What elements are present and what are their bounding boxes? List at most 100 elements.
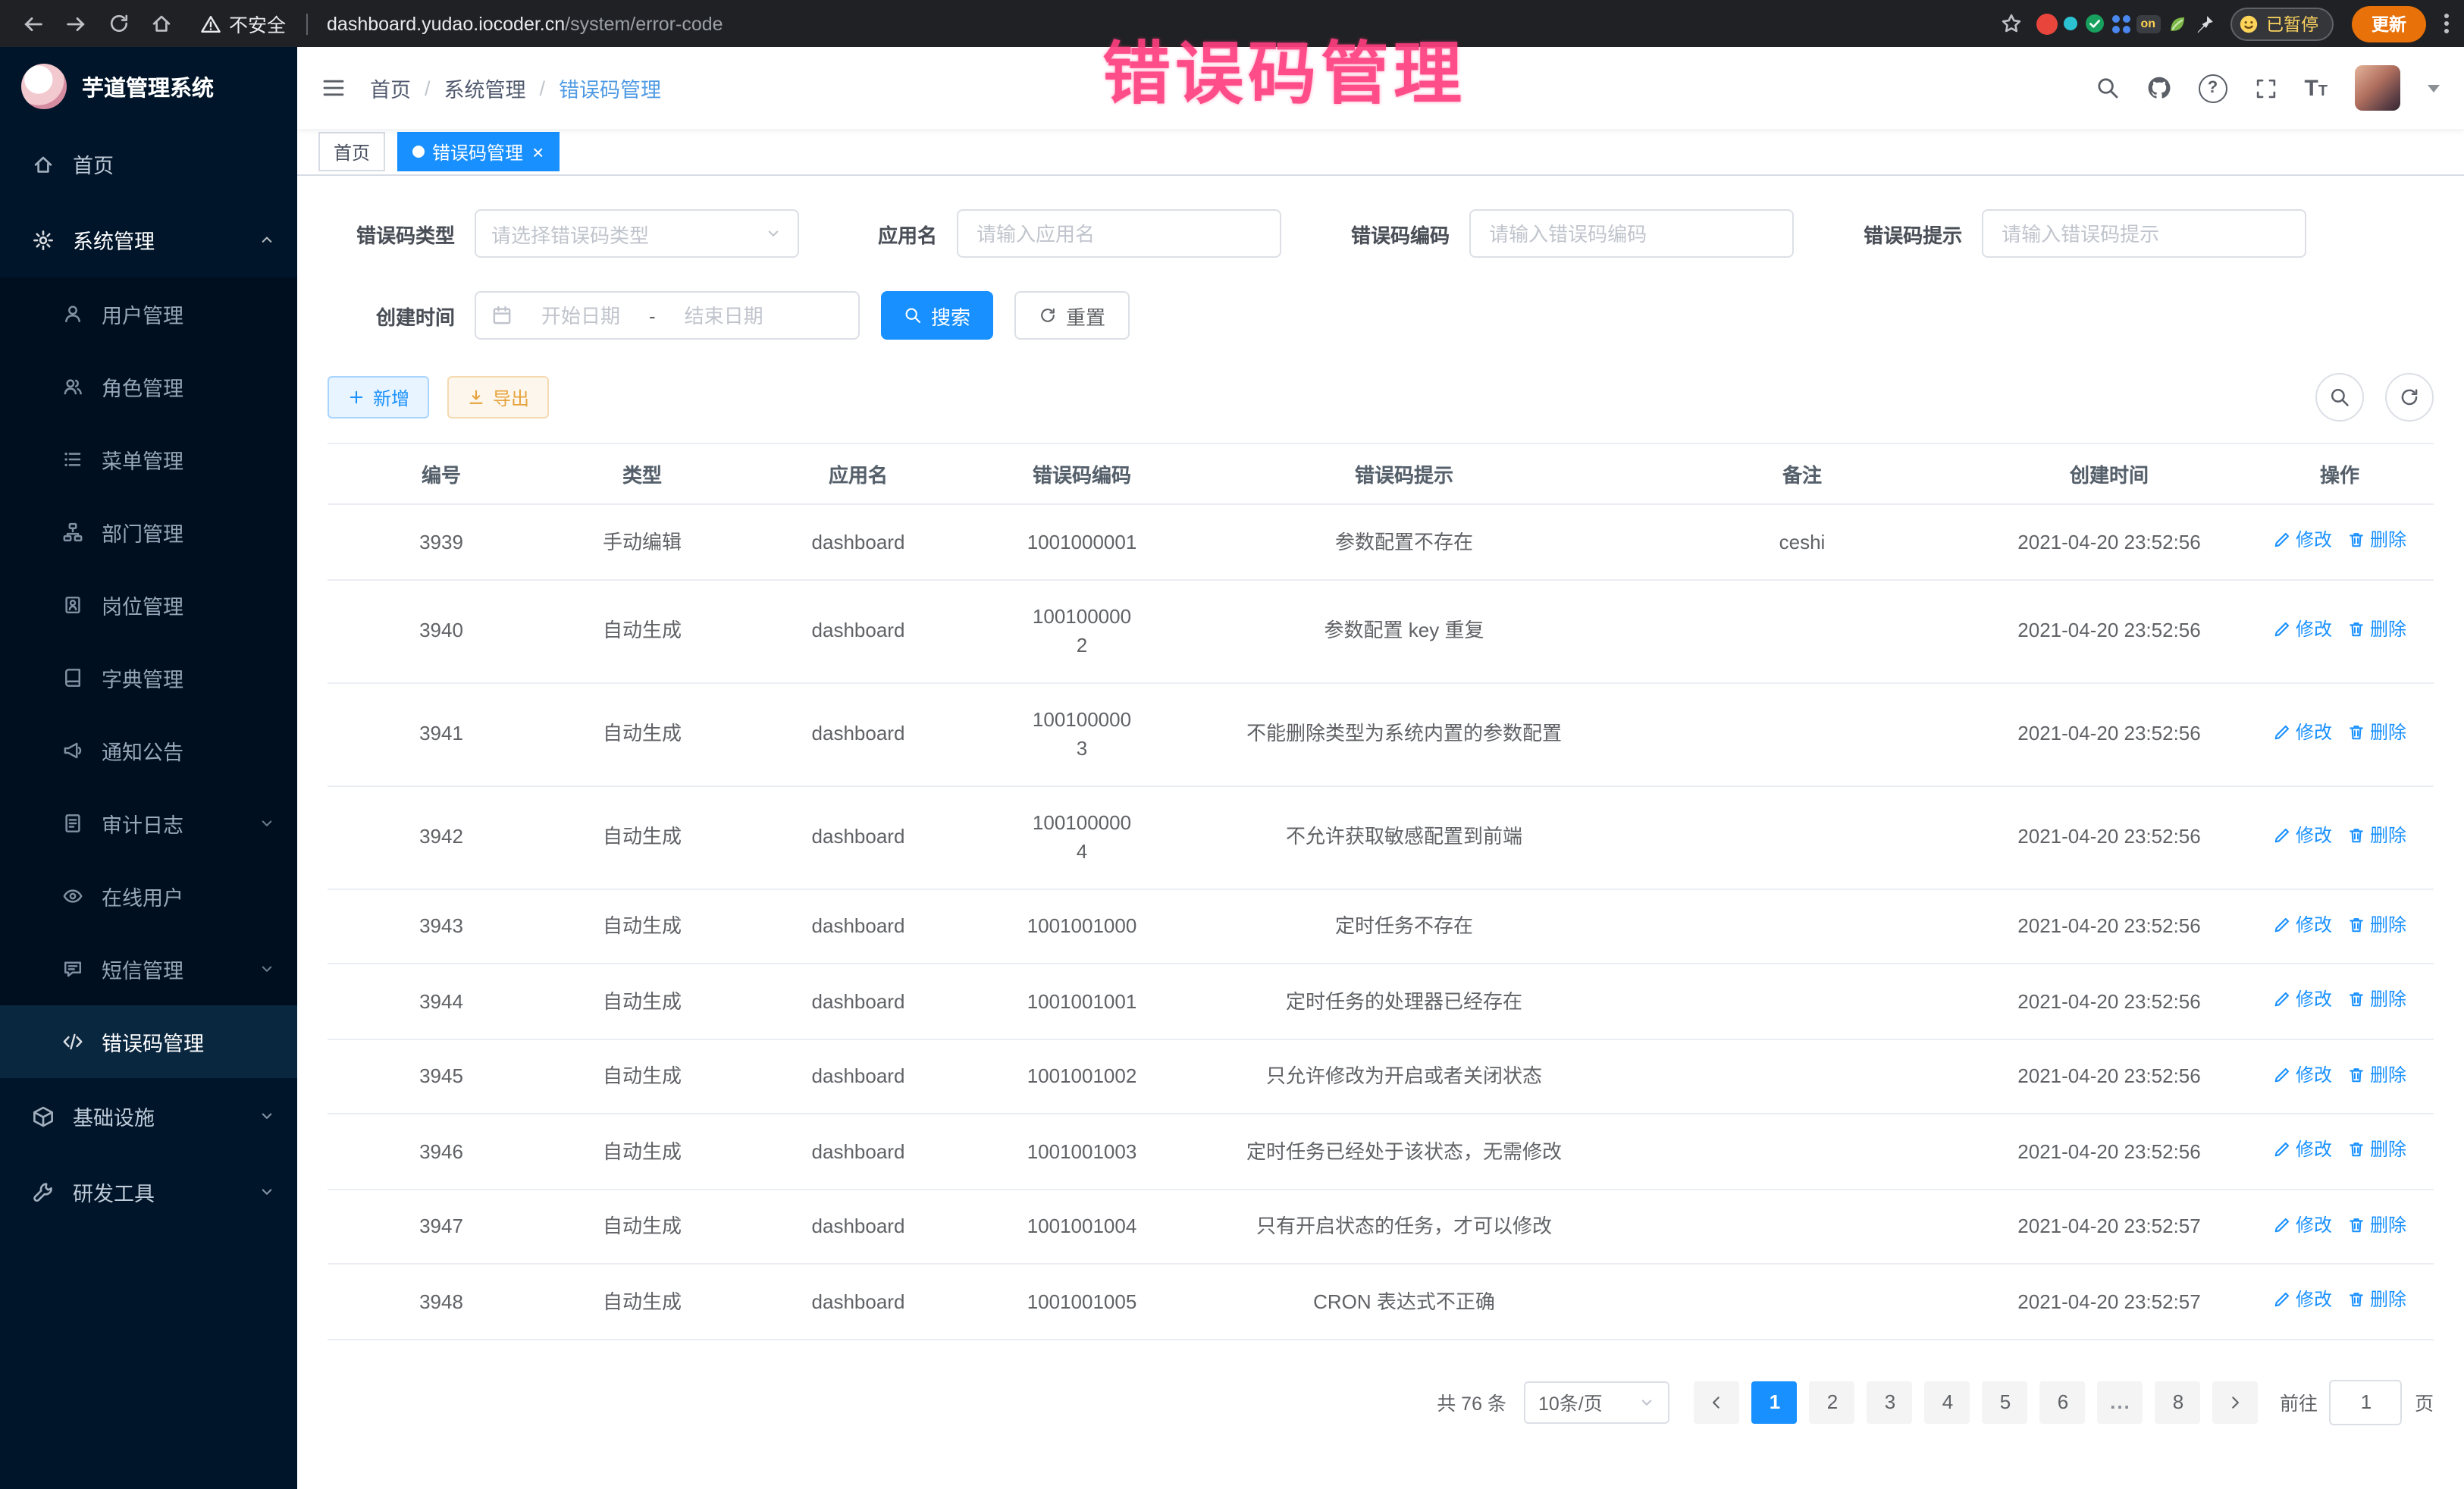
page-button-1[interactable]: 1 bbox=[1752, 1381, 1798, 1423]
toggle-search-button[interactable] bbox=[2315, 373, 2364, 422]
filter-time-group: 创建时间 - bbox=[328, 291, 860, 340]
extension-on-badge[interactable]: on bbox=[2136, 14, 2160, 33]
delete-link[interactable]: 删除 bbox=[2347, 526, 2406, 553]
edit-link[interactable]: 修改 bbox=[2273, 911, 2332, 938]
delete-link[interactable]: 删除 bbox=[2347, 822, 2406, 849]
breadcrumb-item[interactable]: 系统管理 bbox=[444, 73, 526, 103]
edit-link[interactable]: 修改 bbox=[2273, 526, 2332, 553]
sidebar-item-posts[interactable]: 岗位管理 bbox=[0, 569, 297, 641]
edit-link[interactable]: 修改 bbox=[2273, 1061, 2332, 1088]
sidebar-item-home[interactable]: 首页 bbox=[0, 126, 297, 202]
error-type-select[interactable]: 请选择错误码类型 bbox=[475, 209, 799, 258]
breadcrumb-item[interactable]: 首页 bbox=[370, 73, 411, 103]
address-bar[interactable]: dashboard.yudao.iocoder.cn/system/error-… bbox=[327, 13, 723, 34]
app-name-input[interactable] bbox=[973, 221, 1265, 246]
error-hint-input[interactable] bbox=[1998, 221, 2290, 246]
filter-hint-group: 错误码提示 bbox=[1864, 209, 2306, 258]
error-code-input[interactable] bbox=[1486, 221, 1777, 246]
cell-app: dashboard bbox=[729, 1264, 987, 1339]
sidebar-item-notices[interactable]: 通知公告 bbox=[0, 714, 297, 787]
page-ellipsis[interactable]: ... bbox=[2098, 1381, 2143, 1423]
cell-app: dashboard bbox=[729, 889, 987, 964]
sidebar-item-dev-tools[interactable]: 研发工具 bbox=[0, 1154, 297, 1230]
edit-link[interactable]: 修改 bbox=[2273, 1136, 2332, 1163]
delete-link[interactable]: 删除 bbox=[2347, 616, 2406, 643]
table-row: 3948 自动生成 dashboard 1001001005 CRON 表达式不… bbox=[328, 1264, 2434, 1339]
tab-close-icon[interactable]: × bbox=[532, 142, 544, 161]
app-logo-row[interactable]: 芋道管理系统 bbox=[0, 47, 297, 126]
delete-link[interactable]: 删除 bbox=[2347, 911, 2406, 938]
reset-button[interactable]: 重置 bbox=[1014, 291, 1130, 340]
sidebar-item-departments[interactable]: 部门管理 bbox=[0, 496, 297, 569]
github-link[interactable] bbox=[2146, 76, 2171, 100]
browser-forward-button[interactable] bbox=[58, 5, 94, 42]
edit-link[interactable]: 修改 bbox=[2273, 719, 2332, 746]
extension-check-icon[interactable] bbox=[2083, 12, 2105, 35]
delete-link[interactable]: 删除 bbox=[2347, 719, 2406, 746]
browser-menu-icon[interactable] bbox=[2444, 14, 2449, 33]
extension-red-icon[interactable] bbox=[2036, 13, 2057, 34]
prev-page-button[interactable] bbox=[1694, 1381, 1740, 1423]
next-page-button[interactable] bbox=[2213, 1381, 2259, 1423]
avatar-caret-icon[interactable] bbox=[2428, 84, 2440, 92]
browser-home-button[interactable] bbox=[143, 5, 179, 42]
page-button-6[interactable]: 6 bbox=[2040, 1381, 2086, 1423]
browser-reload-button[interactable] bbox=[100, 5, 136, 42]
sidebar-item-dictionary[interactable]: 字典管理 bbox=[0, 641, 297, 714]
sidebar-item-roles[interactable]: 角色管理 bbox=[0, 350, 297, 423]
goto-page-input[interactable] bbox=[2330, 1379, 2403, 1425]
extension-leaf-icon[interactable] bbox=[2166, 13, 2187, 34]
browser-back-button[interactable] bbox=[15, 5, 52, 42]
page-button-5[interactable]: 5 bbox=[1983, 1381, 2028, 1423]
help-icon[interactable]: ? bbox=[2198, 74, 2227, 102]
extension-pin-icon[interactable] bbox=[2193, 13, 2215, 34]
edit-link[interactable]: 修改 bbox=[2273, 822, 2332, 849]
end-date-input[interactable] bbox=[666, 303, 782, 328]
page-size-select[interactable]: 10条/页 bbox=[1525, 1381, 1670, 1423]
security-indicator[interactable]: 不安全 bbox=[200, 9, 286, 38]
search-button[interactable]: 搜索 bbox=[881, 291, 993, 340]
sidebar-item-audit-log[interactable]: 审计日志 bbox=[0, 787, 297, 860]
page-button-2[interactable]: 2 bbox=[1810, 1381, 1855, 1423]
tab-error-code[interactable]: 错误码管理 × bbox=[397, 132, 559, 171]
main-area: 首页 / 系统管理 / 错误码管理 ? TT 首页 错误码管理 bbox=[297, 47, 2464, 1489]
edit-link[interactable]: 修改 bbox=[2273, 1286, 2332, 1313]
sidebar-item-menus[interactable]: 菜单管理 bbox=[0, 423, 297, 496]
delete-link[interactable]: 删除 bbox=[2347, 1061, 2406, 1088]
extension-grid-icon[interactable] bbox=[2111, 14, 2130, 33]
pencil-icon bbox=[2273, 1290, 2291, 1309]
page-button-4[interactable]: 4 bbox=[1925, 1381, 1970, 1423]
fullscreen-button[interactable] bbox=[2254, 77, 2277, 99]
font-size-button[interactable]: TT bbox=[2304, 77, 2328, 99]
export-button[interactable]: 导出 bbox=[447, 376, 549, 418]
refresh-table-button[interactable] bbox=[2385, 373, 2434, 422]
cell-hint: 不能删除类型为系统内置的参数配置 bbox=[1177, 682, 1632, 785]
add-button[interactable]: 新增 bbox=[328, 376, 429, 418]
profile-paused-badge[interactable]: 已暂停 bbox=[2230, 7, 2334, 40]
delete-link[interactable]: 删除 bbox=[2347, 1286, 2406, 1313]
tab-home[interactable]: 首页 bbox=[318, 132, 385, 171]
start-date-input[interactable] bbox=[523, 303, 638, 328]
page-button-3[interactable]: 3 bbox=[1867, 1381, 1913, 1423]
plus-icon bbox=[347, 388, 365, 406]
sidebar-item-system[interactable]: 系统管理 bbox=[0, 202, 297, 277]
sidebar-item-users[interactable]: 用户管理 bbox=[0, 277, 297, 350]
user-avatar[interactable] bbox=[2355, 65, 2400, 111]
edit-link[interactable]: 修改 bbox=[2273, 616, 2332, 643]
sidebar-toggle-button[interactable] bbox=[321, 76, 346, 100]
page-button-8[interactable]: 8 bbox=[2155, 1381, 2201, 1423]
header-search-button[interactable] bbox=[2095, 76, 2119, 100]
create-time-range-picker[interactable]: - bbox=[475, 291, 860, 340]
delete-link[interactable]: 删除 bbox=[2347, 1136, 2406, 1163]
extension-teal-icon[interactable] bbox=[2063, 17, 2077, 30]
sidebar-item-online-users[interactable]: 在线用户 bbox=[0, 860, 297, 933]
delete-link[interactable]: 删除 bbox=[2347, 986, 2406, 1013]
sidebar-item-infrastructure[interactable]: 基础设施 bbox=[0, 1078, 297, 1154]
edit-link[interactable]: 修改 bbox=[2273, 986, 2332, 1013]
edit-link[interactable]: 修改 bbox=[2273, 1211, 2332, 1238]
browser-update-button[interactable]: 更新 bbox=[2352, 5, 2426, 42]
delete-link[interactable]: 删除 bbox=[2347, 1211, 2406, 1238]
bookmark-star-button[interactable] bbox=[1993, 5, 2030, 42]
sidebar-item-error-code[interactable]: 错误码管理 bbox=[0, 1005, 297, 1078]
sidebar-item-sms[interactable]: 短信管理 bbox=[0, 933, 297, 1005]
